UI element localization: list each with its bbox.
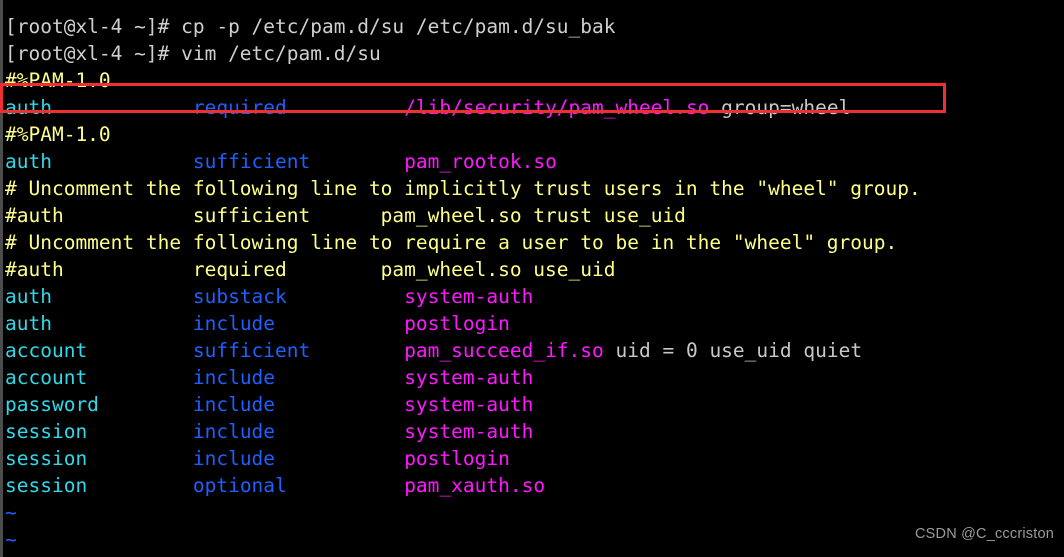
tilde-icon: ~: [5, 528, 17, 551]
shell-command-text: cp -p /etc/pam.d/su /etc/pam.d/su_bak: [181, 15, 616, 38]
editor-line-segment: [52, 150, 193, 173]
editor-line-segment: [52, 285, 193, 308]
editor-line-segment: [87, 474, 193, 497]
editor-line-segment: #auth required pam_wheel.so use_uid: [5, 258, 616, 281]
editor-line-segment: # Uncomment the following line to requir…: [5, 231, 898, 254]
editor-line-segment: session: [5, 447, 88, 470]
terminal-left-gutter: [0, 0, 3, 557]
editor-line-segment: #%PAM-1.0: [5, 123, 111, 146]
editor-line: password include system-auth: [5, 391, 1064, 418]
editor-line: auth substack system-auth: [5, 283, 1064, 310]
editor-line-segment: #%PAM-1.0: [5, 69, 111, 92]
editor-line: account sufficient pam_succeed_if.so uid…: [5, 337, 1064, 364]
shell-command-line: [root@xl-4 ~]# cp -p /etc/pam.d/su /etc/…: [5, 13, 1064, 40]
editor-line-segment: session: [5, 420, 88, 443]
editor-line-segment: [87, 447, 193, 470]
editor-line-segment: pam_succeed_if.so: [404, 339, 604, 362]
editor-line-segment: pam_rootok.so: [404, 150, 557, 173]
editor-line-segment: include: [192, 447, 276, 470]
editor-line-segment: session: [5, 474, 88, 497]
editor-line-segment: [275, 420, 404, 443]
editor-line: #%PAM-1.0: [5, 121, 1064, 148]
editor-buffer-rows: #%PAM-1.0 auth required /lib/security/pam…: [5, 67, 1064, 499]
editor-line-segment: auth: [5, 312, 52, 335]
editor-empty-line-marker: ~: [5, 553, 1064, 557]
terminal-window[interactable]: [root@xl-4 ~]# cp -p /etc/pam.d/su /etc/…: [0, 0, 1064, 557]
editor-line-segment: include: [192, 393, 276, 416]
editor-line-segment: postlogin: [404, 447, 510, 470]
editor-line-segment: system-auth: [404, 285, 534, 308]
editor-line-segment: [99, 393, 193, 416]
editor-line-segment: [287, 285, 404, 308]
editor-empty-line-marker: ~: [5, 526, 1064, 553]
editor-line: #auth required pam_wheel.so use_uid: [5, 256, 1064, 283]
editor-line-segment: optional: [192, 474, 287, 497]
terminal-screen: [root@xl-4 ~]# cp -p /etc/pam.d/su /etc/…: [5, 0, 1064, 557]
editor-line-segment: sufficient: [192, 339, 311, 362]
editor-line-segment: include: [192, 312, 276, 335]
editor-line-segment: [87, 339, 193, 362]
editor-line-segment: # Uncomment the following line to implic…: [5, 177, 921, 200]
editor-line-segment: [87, 366, 193, 389]
editor-line-segment: auth: [5, 150, 52, 173]
editor-line-segment: system-auth: [404, 393, 534, 416]
editor-line-segment: [52, 312, 193, 335]
editor-line-segment: system-auth: [404, 366, 534, 389]
shell-command-rows: [root@xl-4 ~]# cp -p /etc/pam.d/su /etc/…: [5, 13, 1064, 67]
editor-line: session include postlogin: [5, 445, 1064, 472]
editor-line-segment: required: [192, 96, 287, 119]
editor-line-segment: account: [5, 339, 88, 362]
editor-line-segment: include: [192, 420, 276, 443]
editor-line-segment: [275, 447, 404, 470]
editor-line: session include system-auth: [5, 418, 1064, 445]
editor-line-segment: [52, 96, 193, 119]
editor-empty-line-marker: ~: [5, 499, 1064, 526]
editor-line: auth include postlogin: [5, 310, 1064, 337]
editor-line-segment: substack: [192, 285, 287, 308]
editor-line-segment: account: [5, 366, 88, 389]
editor-line-segment: group=wheel: [709, 96, 851, 119]
editor-empty-line-markers: ~ ~ ~: [5, 499, 1064, 557]
editor-line: auth required /lib/security/pam_wheel.so…: [5, 94, 1064, 121]
editor-line-segment: [310, 150, 404, 173]
editor-line: #%PAM-1.0: [5, 67, 1064, 94]
editor-line-segment: [275, 393, 404, 416]
editor-line: auth sufficient pam_rootok.so: [5, 148, 1064, 175]
editor-line-segment: auth: [5, 96, 52, 119]
tilde-icon: ~: [5, 501, 17, 524]
editor-line-segment: #auth sufficient pam_wheel.so trust use_…: [5, 204, 686, 227]
editor-line: #auth sufficient pam_wheel.so trust use_…: [5, 202, 1064, 229]
editor-line-segment: uid = 0 use_uid quiet: [603, 339, 863, 362]
editor-line-segment: [310, 339, 404, 362]
editor-line: session optional pam_xauth.so: [5, 472, 1064, 499]
editor-line: # Uncomment the following line to implic…: [5, 175, 1064, 202]
editor-line-segment: include: [192, 366, 276, 389]
editor-line-segment: [287, 96, 404, 119]
editor-line-segment: postlogin: [404, 312, 510, 335]
editor-line-segment: pam_xauth.so: [404, 474, 546, 497]
editor-line-segment: [275, 312, 404, 335]
editor-line: account include system-auth: [5, 364, 1064, 391]
scrollback-clipped-row: [5, 0, 1064, 13]
editor-line-segment: auth: [5, 285, 52, 308]
shell-command-line: [root@xl-4 ~]# vim /etc/pam.d/su: [5, 40, 1064, 67]
editor-line: # Uncomment the following line to requir…: [5, 229, 1064, 256]
watermark-label: CSDN @C_cccriston: [915, 526, 1054, 542]
shell-prompt: [root@xl-4 ~]#: [5, 42, 182, 65]
editor-line-segment: [275, 366, 404, 389]
editor-line-segment: [287, 474, 404, 497]
editor-line-segment: sufficient: [192, 150, 311, 173]
editor-line-segment: password: [5, 393, 99, 416]
shell-prompt: [root@xl-4 ~]#: [5, 15, 182, 38]
editor-line-segment: [87, 420, 193, 443]
editor-line-segment: /lib/security/pam_wheel.so: [404, 96, 710, 119]
shell-command-text: vim /etc/pam.d/su: [181, 42, 381, 65]
editor-line-segment: system-auth: [404, 420, 534, 443]
